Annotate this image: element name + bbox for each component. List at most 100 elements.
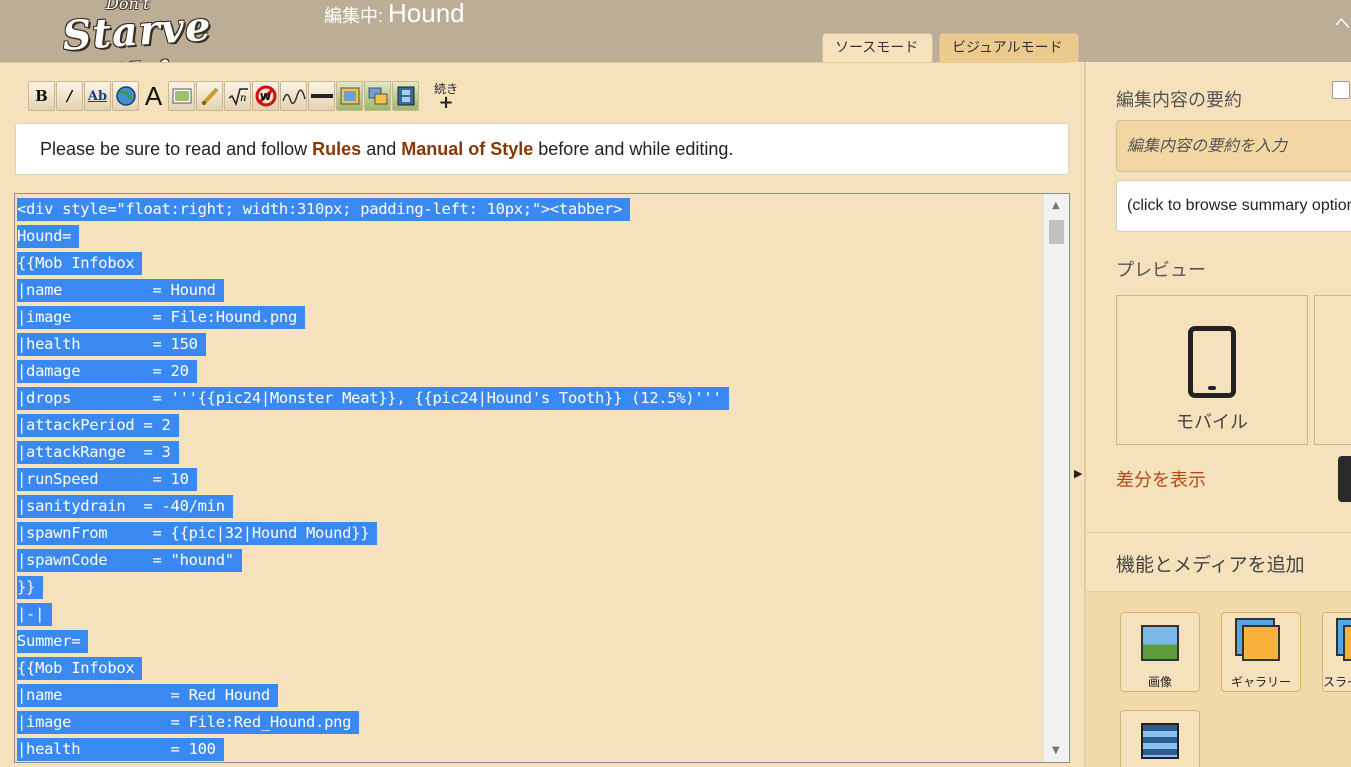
- textarea-scrollbar[interactable]: ▲ ▼: [1043, 194, 1069, 762]
- code-line-text: Summer=: [17, 630, 89, 653]
- gallery-icon: [368, 87, 387, 105]
- notice-text-before: Please be sure to read and follow: [40, 139, 313, 159]
- svg-text:W: W: [260, 92, 271, 103]
- summary-input[interactable]: 編集内容の要約を入力: [1116, 120, 1351, 172]
- globe-icon: [115, 86, 136, 106]
- code-line-text: |health = 150: [17, 333, 206, 356]
- code-line: |health = 100: [17, 736, 729, 762]
- tab-source-mode[interactable]: ソースモード: [822, 33, 933, 63]
- insert-video-button[interactable]: [392, 81, 419, 111]
- editor-toolbar: B / Ab A n W 続き +: [28, 79, 458, 113]
- code-line: Hound=: [17, 223, 729, 250]
- italic-button[interactable]: /: [56, 81, 83, 111]
- horizontal-line-button[interactable]: [308, 81, 335, 111]
- code-line-text: |image = File:Red_Hound.png: [17, 711, 360, 734]
- minor-edit-checkbox[interactable]: [1332, 81, 1350, 99]
- add-gallery-label: ギャラリー: [1230, 675, 1291, 689]
- embed-image-button[interactable]: [168, 81, 195, 111]
- phone-icon: [1188, 326, 1236, 398]
- add-slideshow-button[interactable]: スライドショー: [1322, 612, 1351, 692]
- bold-button[interactable]: B: [28, 81, 55, 111]
- code-line-text: |attackRange = 3: [17, 441, 179, 464]
- edit-prefix: 編集中:: [324, 6, 389, 26]
- no-wiki-icon: W: [255, 85, 276, 107]
- code-line: |sanitydrain = -40/min: [17, 493, 729, 520]
- page-name: Hound: [388, 0, 465, 28]
- tab-visual-mode[interactable]: ビジュアルモード: [939, 33, 1079, 63]
- font-button[interactable]: A: [140, 81, 167, 111]
- code-line: {{Mob Infobox: [17, 250, 729, 277]
- insert-picture-button[interactable]: [336, 81, 363, 111]
- code-line: |image = File:Hound.png: [17, 304, 729, 331]
- image-icon: [172, 88, 191, 104]
- code-line-text: Hound=: [17, 225, 80, 248]
- rail-toggle[interactable]: ▶: [1070, 62, 1084, 767]
- scroll-down-arrow-icon[interactable]: ▼: [1052, 745, 1060, 756]
- chevron-right-icon[interactable]: ▶: [1074, 467, 1082, 480]
- code-line: |attackRange = 3: [17, 439, 729, 466]
- editing-notice: Please be sure to read and follow Rules …: [15, 123, 1069, 175]
- code-line: |name = Hound: [17, 277, 729, 304]
- code-line-text: |-|: [17, 603, 53, 626]
- more-tools-button[interactable]: 続き +: [434, 82, 458, 113]
- scroll-thumb[interactable]: [1049, 220, 1064, 244]
- wiki-logo[interactable]: Don't Starve Wiki: [61, 0, 262, 107]
- page-title: 編集中: Hound: [324, 0, 465, 29]
- rules-link[interactable]: Rules: [312, 139, 361, 159]
- publish-button[interactable]: [1338, 456, 1351, 502]
- scroll-up-arrow-icon[interactable]: ▲: [1052, 200, 1060, 211]
- code-line-text: |health = 100: [17, 738, 224, 761]
- code-line: <div style="float:right; width:310px; pa…: [17, 196, 729, 223]
- add-slideshow-label: スライドショー: [1323, 675, 1351, 689]
- header-right-link[interactable]: へ八: [1335, 12, 1351, 33]
- features-label: 機能とメディアを追加: [1116, 554, 1305, 576]
- source-textarea[interactable]: <div style="float:right; width:310px; pa…: [14, 193, 1070, 763]
- music-icon: [201, 87, 218, 106]
- italic-icon: /: [66, 87, 73, 105]
- code-line: Summer=: [17, 628, 729, 655]
- add-image-label: 画像: [1147, 675, 1172, 689]
- preview-label: プレビュー: [1116, 260, 1206, 281]
- summary-label: 編集内容の要約: [1116, 90, 1242, 111]
- mobile-preview-label: モバイル: [1176, 412, 1248, 433]
- desktop-preview-button[interactable]: [1314, 295, 1351, 445]
- code-line: {{Mob Infobox: [17, 655, 729, 682]
- horizontal-line-icon: [310, 94, 333, 98]
- media-button[interactable]: [196, 81, 223, 111]
- edit-rail: 編集内容の要約 編集内容の要約を入力 (click to browse summ…: [1084, 62, 1351, 767]
- film-icon: [1141, 723, 1179, 759]
- mobile-preview-button[interactable]: モバイル: [1116, 295, 1308, 445]
- code-line-text: {{Mob Infobox: [17, 657, 143, 680]
- code-line-text: |damage = 20: [17, 360, 197, 383]
- image-icon: [1141, 625, 1179, 661]
- code-line-text: |sanitydrain = -40/min: [17, 495, 233, 518]
- code-line: |drops = '''{{pic24|Monster Meat}}, {{pi…: [17, 385, 730, 412]
- code-line: |health = 150: [17, 331, 729, 358]
- features-panel: 画像 ギャラリー スライドショー: [1086, 592, 1351, 767]
- code-line: |attackPeriod = 2: [17, 412, 729, 439]
- signature-icon: [281, 89, 306, 105]
- sqrt-icon: n: [228, 88, 248, 106]
- code-line: |image = File:Red_Hound.png: [17, 709, 729, 736]
- internal-link-button[interactable]: Ab: [84, 81, 111, 111]
- external-link-button[interactable]: [112, 81, 139, 111]
- show-diff-link[interactable]: 差分を表示: [1116, 466, 1206, 492]
- nowiki-button[interactable]: W: [252, 81, 279, 111]
- signature-button[interactable]: [280, 81, 307, 111]
- code-line: |damage = 20: [17, 358, 729, 385]
- code-line-text: <div style="float:right; width:310px; pa…: [17, 198, 631, 221]
- summary-options-dropdown[interactable]: (click to browse summary options): [1116, 180, 1351, 232]
- plus-icon: +: [438, 92, 454, 113]
- insert-gallery-button[interactable]: [364, 81, 391, 111]
- add-gallery-button[interactable]: ギャラリー: [1221, 612, 1301, 692]
- math-button[interactable]: n: [224, 81, 251, 111]
- code-line-text: |spawnFrom = {{pic|32|Hound Mound}}: [17, 522, 378, 545]
- code-line: |name = Red Hound: [17, 682, 729, 709]
- add-video-button[interactable]: [1120, 710, 1200, 767]
- code-line-text: |name = Hound: [17, 279, 224, 302]
- add-image-button[interactable]: 画像: [1120, 612, 1200, 692]
- editor-area: B / Ab A n W 続き + Please be sure to read…: [0, 62, 1083, 767]
- features-header[interactable]: 機能とメディアを追加: [1086, 532, 1351, 592]
- manual-of-style-link[interactable]: Manual of Style: [401, 139, 533, 159]
- code-line-text: |drops = '''{{pic24|Monster Meat}}, {{pi…: [17, 387, 730, 410]
